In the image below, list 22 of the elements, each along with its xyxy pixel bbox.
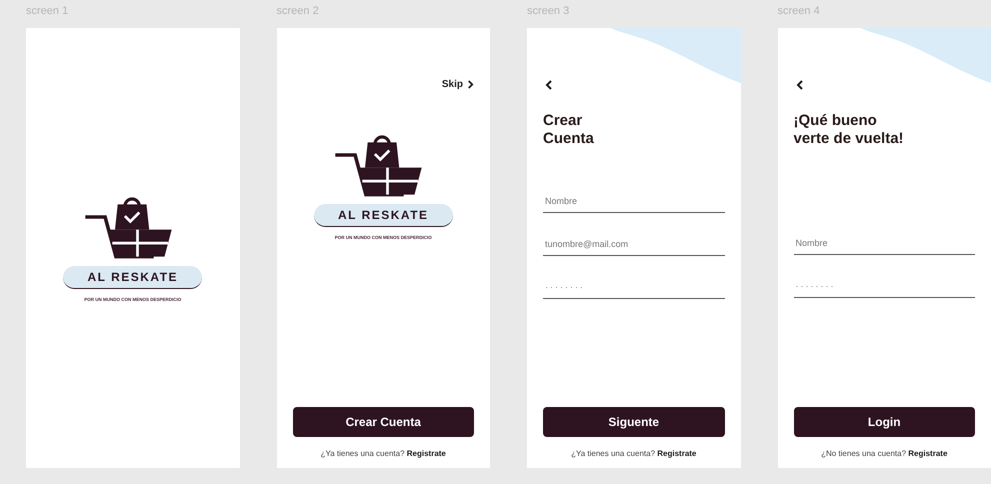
input-field[interactable]: tunombre@mail.com: [543, 235, 724, 256]
back-icon[interactable]: [796, 80, 804, 90]
primary-button[interactable]: Crear Cuenta: [292, 407, 474, 437]
skip-button[interactable]: Skip: [442, 79, 474, 90]
register-link[interactable]: Registrate: [406, 449, 446, 458]
screen-title: ¡Qué bueno verte de vuelta!: [794, 112, 905, 148]
primary-button[interactable]: Siguente: [543, 407, 724, 437]
logo-name: AL RESKATE: [314, 204, 453, 227]
input-field[interactable]: Nombre: [543, 192, 724, 213]
footer-text: ¿Ya tienes una cuenta? Registrate: [320, 449, 446, 458]
input-field[interactable]: ········: [794, 277, 975, 298]
register-link[interactable]: Registrate: [657, 449, 696, 458]
screen-title: Crear Cuenta: [543, 112, 595, 148]
logo-name: AL RESKATE: [63, 266, 202, 289]
back-icon[interactable]: [545, 80, 553, 90]
input-field[interactable]: Nombre: [794, 234, 975, 255]
footer-text: ¿Ya tienes una cuenta? Registrate: [571, 449, 696, 458]
chevron-right-icon: [467, 80, 474, 89]
register-link[interactable]: Registrate: [908, 449, 948, 458]
footer-text: ¿No tienes una cuenta? Registrate: [821, 449, 948, 458]
primary-button[interactable]: Login: [794, 407, 975, 437]
input-field[interactable]: ········: [543, 278, 724, 299]
